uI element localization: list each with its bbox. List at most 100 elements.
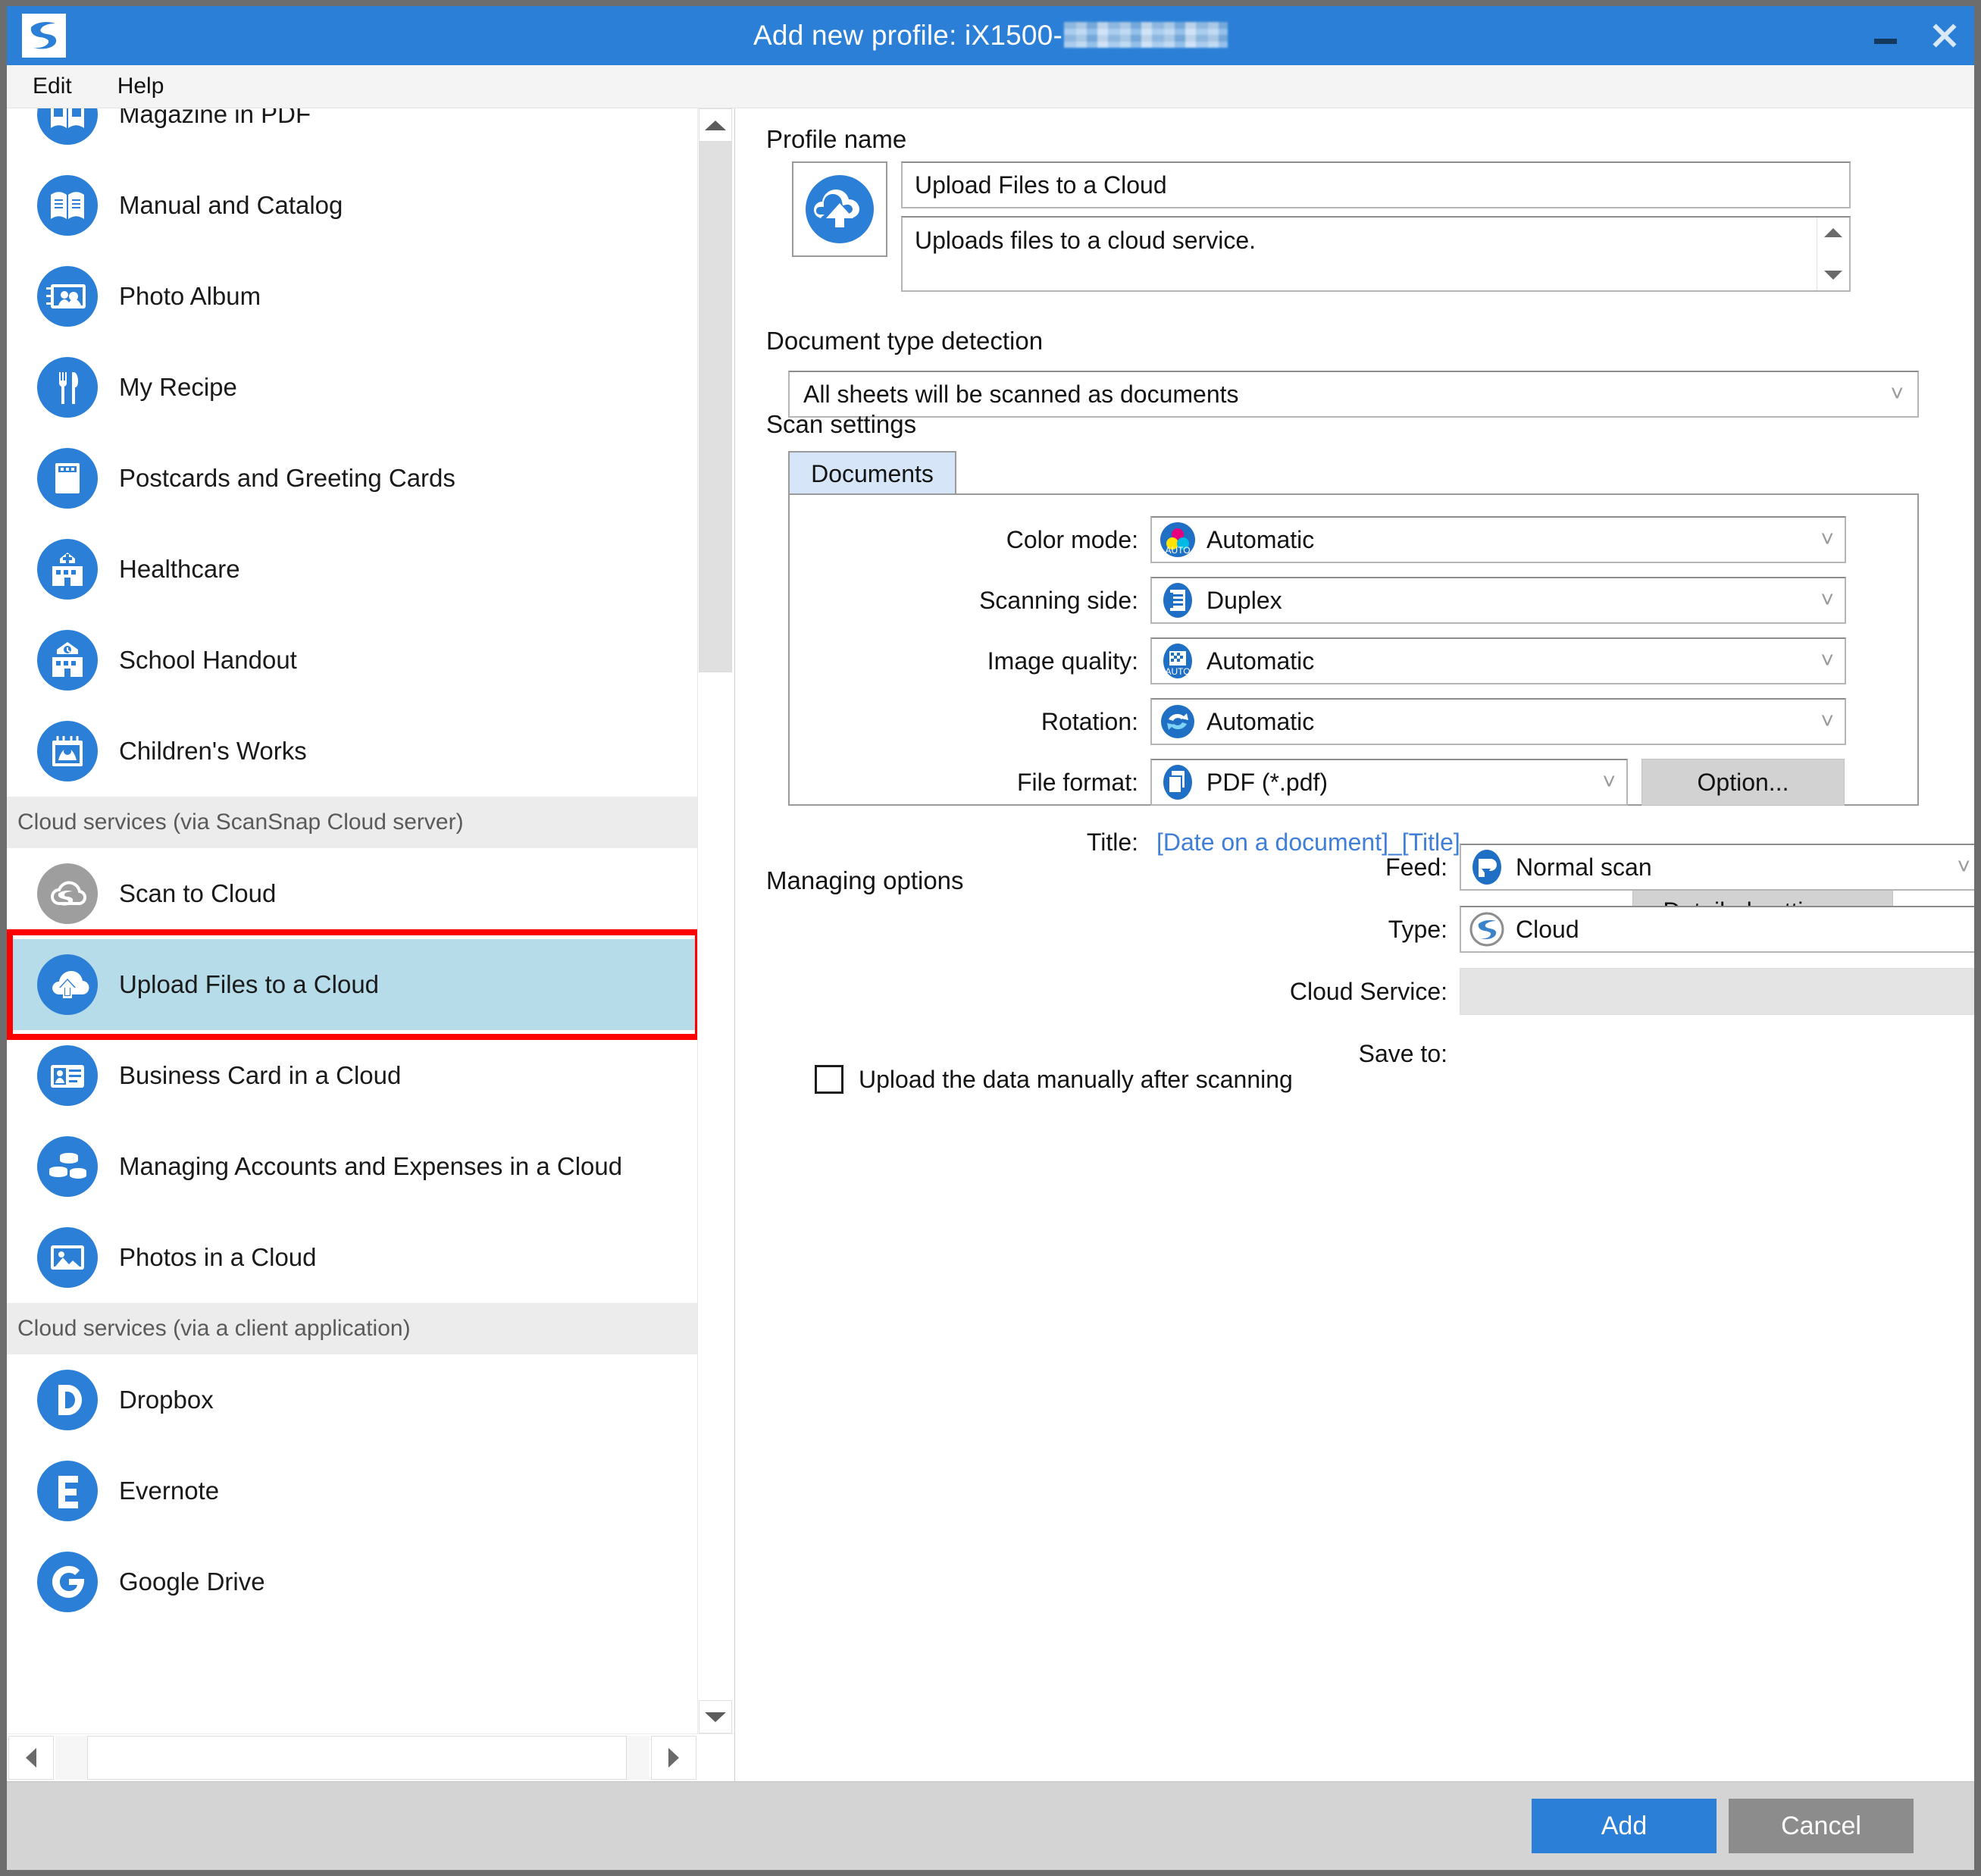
sidebar-item-google-drive[interactable]: Google Drive <box>7 1536 697 1627</box>
sidebar-item-label: Business Card in a Cloud <box>119 1061 402 1089</box>
profile-template-list[interactable]: Magazine in PDF Manual and Catalog Photo A… <box>7 108 697 1733</box>
window-title-text: Add new profile: iX1500- <box>753 20 1062 51</box>
sidebar-item-dropbox[interactable]: Dropbox <box>7 1355 697 1445</box>
chevron-left-icon <box>26 1748 36 1768</box>
add-button[interactable]: Add <box>1532 1799 1717 1853</box>
close-button[interactable] <box>1915 6 1974 65</box>
scroll-left-button[interactable] <box>8 1736 54 1780</box>
sidebar-item-label: Manual and Catalog <box>119 191 343 219</box>
hospital-icon <box>36 537 99 601</box>
document-type-detection-select[interactable]: All sheets will be scanned as documents … <box>788 371 1919 418</box>
hscrollbar-track[interactable] <box>55 1736 649 1780</box>
scan-settings-label: Scan settings <box>766 410 917 438</box>
feed-select[interactable]: Normal scan ˅ <box>1460 844 1974 891</box>
sidebar-horizontal-scrollbar[interactable] <box>7 1733 734 1781</box>
sidebar-item-upload-files-to-a-cloud[interactable]: Upload Files to a Cloud <box>7 939 697 1030</box>
profile-description-text[interactable]: Uploads files to a cloud service. <box>903 218 1817 290</box>
image-quality-select[interactable]: AUTO Automatic ˅ <box>1150 637 1846 684</box>
postcard-icon <box>36 446 99 510</box>
sidebar-item-label: Photos in a Cloud <box>119 1243 317 1271</box>
sidebar-item-my-recipe[interactable]: My Recipe <box>7 342 697 433</box>
scanning-side-value: Duplex <box>1206 586 1282 614</box>
file-format-value: PDF (*.pdf) <box>1206 768 1328 796</box>
sidebar-item-children-s-works[interactable]: Children's Works <box>7 706 697 797</box>
sidebar-item-school-handout[interactable]: School Handout <box>7 615 697 706</box>
scanning-side-select[interactable]: Duplex ˅ <box>1150 577 1846 624</box>
tab-documents[interactable]: Documents <box>788 451 956 495</box>
sidebar-item-manual-and-catalog[interactable]: Manual and Catalog <box>7 160 697 251</box>
chevron-right-icon <box>668 1748 679 1768</box>
dialog-footer: Add Cancel <box>7 1781 1974 1870</box>
chevron-up-icon <box>1824 228 1842 237</box>
sidebar-item-label: Upload Files to a Cloud <box>119 970 380 998</box>
document-type-detection-value: All sheets will be scanned as documents <box>803 380 1239 408</box>
minimize-button[interactable] <box>1856 6 1915 65</box>
business-card-icon <box>36 1044 99 1107</box>
childrens-art-icon <box>36 719 99 783</box>
menu-item-help[interactable]: Help <box>113 70 169 102</box>
chevron-down-icon: ˅ <box>1820 527 1834 552</box>
add-new-profile-window: Add new profile: iX1500- Edit Help Magaz… <box>7 6 1974 1870</box>
sidebar-item-scan-to-cloud[interactable]: Scan to Cloud <box>7 848 697 939</box>
description-scroll-down-button[interactable] <box>1817 260 1849 290</box>
window-body: Magazine in PDF Manual and Catalog Photo A… <box>7 108 1974 1781</box>
description-scroll-up-button[interactable] <box>1817 218 1849 248</box>
file-format-option-button[interactable]: Option... <box>1641 759 1845 806</box>
profile-template-sidebar: Magazine in PDF Manual and Catalog Photo A… <box>7 108 735 1781</box>
dropbox-d-icon <box>36 1368 99 1432</box>
color-mode-select[interactable]: AUTO Automatic ˅ <box>1150 516 1846 563</box>
redacted-serial <box>1063 22 1228 48</box>
school-icon <box>36 628 99 692</box>
save-to-value-field <box>1460 1030 1974 1077</box>
description-scrollbar[interactable] <box>1817 218 1849 290</box>
coins-icon <box>36 1135 99 1198</box>
scroll-right-button[interactable] <box>651 1736 696 1780</box>
sidebar-item-photo-album[interactable]: Photo Album <box>7 251 697 342</box>
image-quality-label: Image quality: <box>987 647 1138 675</box>
scroll-up-button[interactable] <box>699 108 732 142</box>
upload-cloud-icon <box>806 175 874 243</box>
upload-manually-checkbox[interactable] <box>815 1065 843 1094</box>
upload-manually-checkbox-row[interactable]: Upload the data manually after scanning <box>815 1065 1293 1094</box>
profile-icon-box[interactable] <box>792 161 887 257</box>
sidebar-item-postcards-and-greeting-cards[interactable]: Postcards and Greeting Cards <box>7 433 697 524</box>
color-mode-label: Color mode: <box>1006 525 1138 553</box>
open-book-icon <box>36 108 99 146</box>
scansnap-logo-icon <box>20 12 67 59</box>
sidebar-item-evernote[interactable]: Evernote <box>7 1445 697 1536</box>
sidebar-item-managing-accounts-and-expenses-in-a-cloud[interactable]: Managing Accounts and Expenses in a Clou… <box>7 1121 697 1212</box>
vscrollbar-thumb[interactable] <box>699 142 732 672</box>
fork-knife-icon <box>36 355 99 419</box>
scansnap-cloud-icon <box>1469 911 1505 947</box>
close-icon <box>1932 23 1958 49</box>
menu-item-edit[interactable]: Edit <box>28 70 77 102</box>
document-type-detection-label: Document type detection <box>766 327 1044 355</box>
sidebar-vertical-scrollbar[interactable] <box>697 108 734 1733</box>
sidebar-item-photos-in-a-cloud[interactable]: Photos in a Cloud <box>7 1212 697 1303</box>
evernote-e-icon <box>36 1459 99 1523</box>
managing-options-label: Managing options <box>766 866 964 894</box>
upload-cloud-icon <box>36 953 99 1016</box>
cloud-service-value-field <box>1460 968 1974 1015</box>
chevron-down-icon <box>1824 271 1842 280</box>
chevron-down-icon: ˅ <box>1602 769 1616 794</box>
scroll-down-button[interactable] <box>699 1700 732 1733</box>
hscrollbar-thumb[interactable] <box>87 1736 627 1780</box>
chevron-down-icon: ˅ <box>1820 709 1834 734</box>
profile-name-input[interactable]: Upload Files to a Cloud <box>901 161 1851 208</box>
color-mode-value: Automatic <box>1206 525 1315 553</box>
chevron-down-icon <box>705 1712 726 1722</box>
type-select[interactable]: Cloud ˅ <box>1460 906 1974 953</box>
rotation-select[interactable]: Automatic ˅ <box>1150 698 1846 745</box>
profile-description-field[interactable]: Uploads files to a cloud service. <box>901 216 1851 292</box>
cancel-button[interactable]: Cancel <box>1729 1799 1914 1853</box>
chevron-down-icon: ˅ <box>1820 648 1834 673</box>
file-format-select[interactable]: PDF (*.pdf) ˅ <box>1150 759 1628 806</box>
sidebar-item-magazine-in-pdf[interactable]: Magazine in PDF <box>7 108 697 160</box>
window-controls <box>1856 6 1974 65</box>
window-title: Add new profile: iX1500- <box>7 20 1974 52</box>
sidebar-item-business-card-in-a-cloud[interactable]: Business Card in a Cloud <box>7 1030 697 1121</box>
profile-name-row: Upload Files to a Cloud Uploads files to… <box>792 161 1851 292</box>
sidebar-item-label: Scan to Cloud <box>119 879 277 907</box>
sidebar-item-healthcare[interactable]: Healthcare <box>7 524 697 615</box>
